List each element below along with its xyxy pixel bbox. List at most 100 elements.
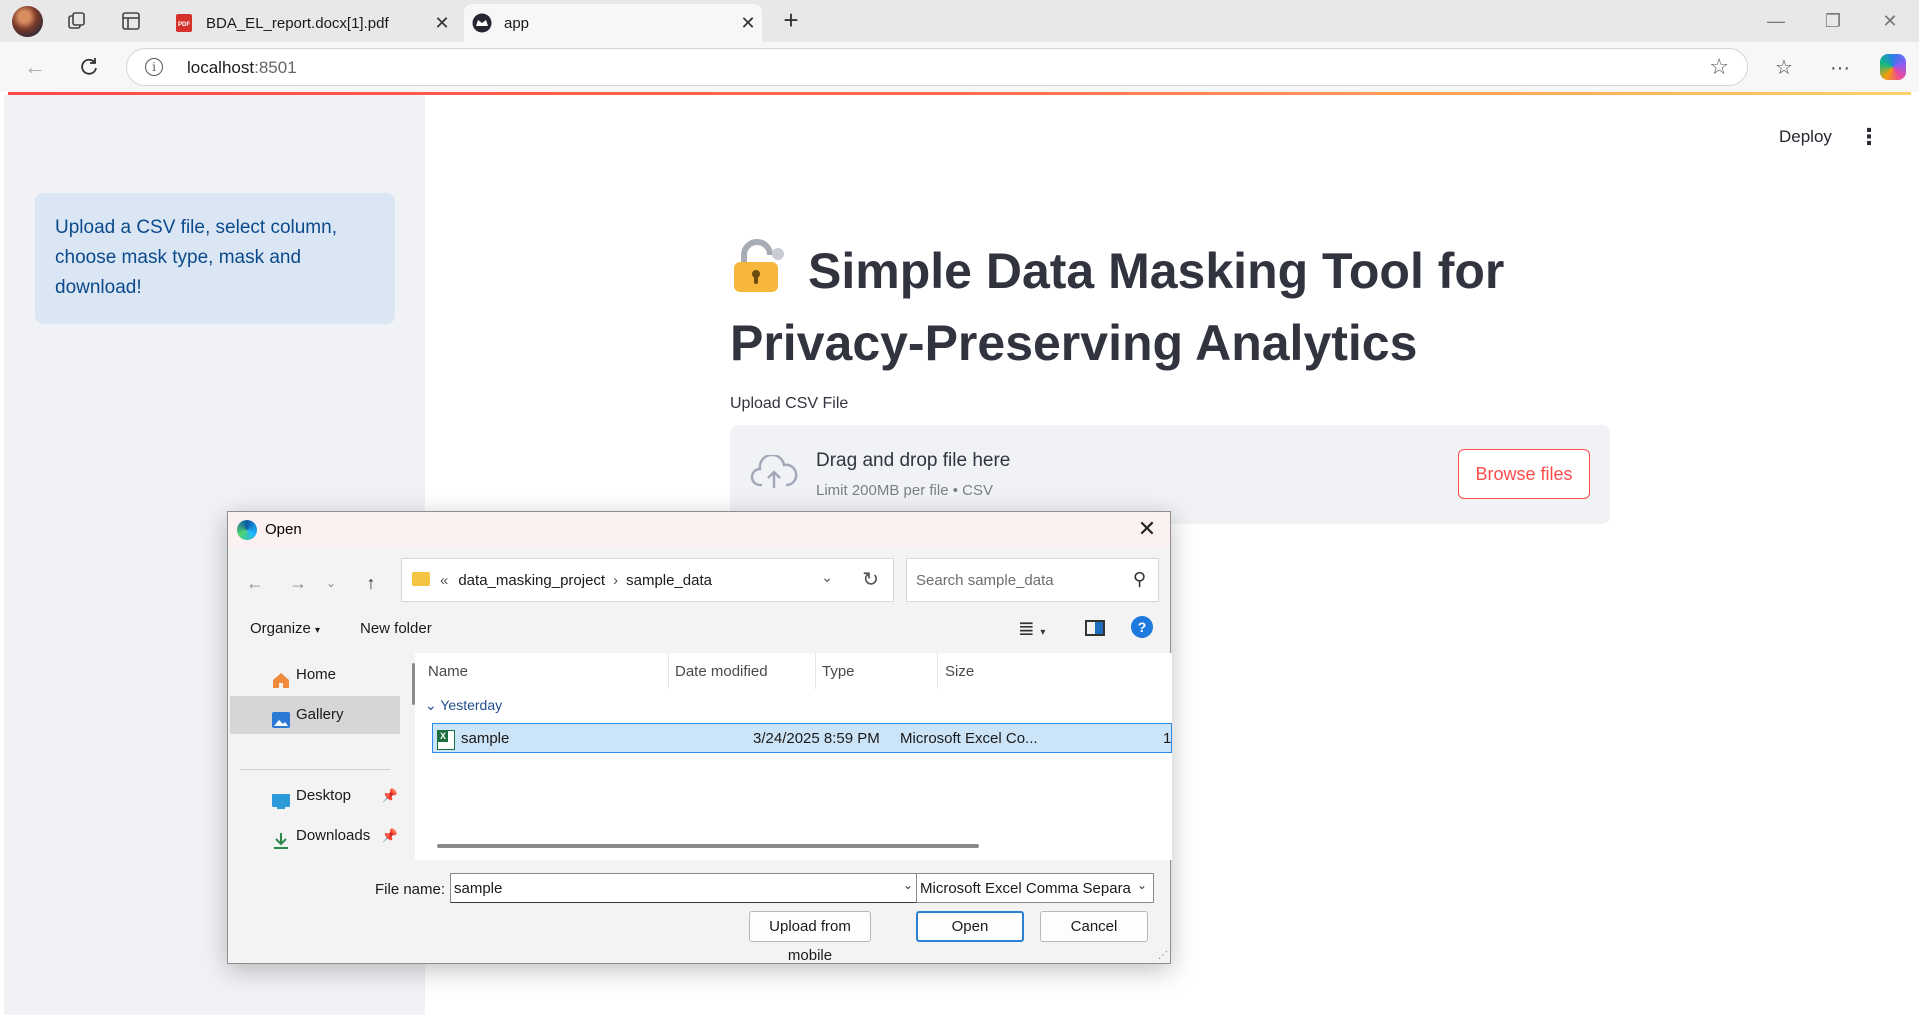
upload-from-mobile-button[interactable]: Upload from mobile [749,911,871,964]
column-divider[interactable] [815,653,816,689]
search-input[interactable]: Search sample_data ⚲ [906,558,1159,602]
dialog-titlebar[interactable]: Open ✕ [228,512,1170,548]
file-limit-text: Limit 200MB per file • CSV [816,482,993,499]
organize-menu[interactable]: Organize ▾ [250,620,320,637]
up-folder-icon[interactable]: ↑ [358,570,384,596]
nav-divider [240,769,390,770]
downloads-icon [271,827,291,849]
excel-file-icon [437,730,455,750]
folder-icon [412,572,430,586]
pdf-icon: PDF [174,13,194,33]
browser-address-bar: ← i localhost:8501 ☆ ☆ ··· [0,42,1919,92]
nav-item-downloads[interactable]: Downloads 📌 [230,817,400,855]
tab-title: BDA_EL_report.docx[1].pdf [206,14,389,32]
restore-icon[interactable]: ❐ [1813,6,1853,36]
cloud-upload-icon [750,453,798,496]
sidebar-info-text: Upload a CSV file, select column, choose… [55,217,337,298]
chevron-down-icon[interactable]: ⌄ [1136,878,1147,892]
column-header-size[interactable]: Size [945,663,974,680]
chevron-down-icon[interactable]: ⌄ [903,878,913,892]
column-header-name[interactable]: Name [428,663,468,680]
file-type-select[interactable]: Microsoft Excel Comma Separa ⌄ [916,873,1154,903]
file-dropzone[interactable]: Drag and drop file here Limit 200MB per … [730,425,1610,524]
search-icon: ⚲ [1132,569,1146,589]
uploader-label: Upload CSV File [730,395,849,412]
sidebar-info-box: Upload a CSV file, select column, choose… [35,193,395,324]
window-close-icon[interactable]: ✕ [1870,6,1910,36]
gallery-icon [271,706,291,728]
file-date: 3/24/2025 8:59 PM [753,730,880,747]
column-divider[interactable] [937,653,938,689]
breadcrumb-item[interactable]: sample_data [626,572,712,589]
home-icon [271,666,291,688]
deploy-button[interactable]: Deploy [1779,127,1832,147]
address-path-bar[interactable]: «data_masking_project › sample_data ⌄ ↻ [401,558,894,602]
tab-pdf-report[interactable]: PDF BDA_EL_report.docx[1].pdf ✕ [166,4,456,42]
tab-app[interactable]: app ✕ [464,4,762,42]
desktop-icon [271,787,291,809]
file-type: Microsoft Excel Co... [900,730,1038,747]
file-name-label: File name: [375,881,446,898]
lock-icon [730,238,788,310]
dialog-close-icon[interactable]: ✕ [1132,514,1162,544]
file-name-input[interactable]: sample ⌄ [450,873,920,903]
browser-tab-bar: PDF BDA_EL_report.docx[1].pdf ✕ app ✕ + … [0,0,1919,42]
file-row-selected[interactable]: sample 3/24/2025 8:59 PM Microsoft Excel… [432,723,1172,753]
main-menu-icon[interactable]: ⋮ [1858,123,1880,151]
new-folder-button[interactable]: New folder [360,620,432,637]
refresh-icon[interactable]: ↻ [862,567,879,592]
browse-files-button[interactable]: Browse files [1458,449,1590,499]
svg-text:PDF: PDF [178,22,190,28]
open-button[interactable]: Open [916,911,1024,942]
back-icon[interactable]: ← [20,52,50,82]
profile-avatar[interactable] [12,6,43,37]
favorites-icon[interactable]: ☆ [1770,54,1798,82]
resize-grip-icon[interactable]: ⋰ [1158,950,1168,961]
help-icon[interactable]: ? [1131,616,1153,638]
dialog-title: Open [265,521,302,538]
path-dropdown-icon[interactable]: ⌄ [821,569,833,586]
tab-title: app [504,14,530,32]
reload-icon[interactable] [74,52,104,82]
back-arrow-icon[interactable]: ← [242,570,268,596]
url-field[interactable]: i localhost:8501 ☆ [126,48,1748,86]
navigation-pane: Home Gallery Desktop 📌 Downloads 📌 [228,653,415,860]
open-file-dialog: Open ✕ ← → ⌄ ↑ «data_masking_project › sam… [227,511,1172,964]
nav-item-desktop[interactable]: Desktop 📌 [230,777,400,815]
nav-item-home[interactable]: Home [230,656,400,694]
horizontal-scrollbar[interactable] [437,844,979,848]
favorite-star-icon[interactable]: ☆ [1709,54,1729,80]
breadcrumb-item[interactable]: data_masking_project [458,572,605,589]
tab-actions-icon[interactable] [120,10,142,32]
group-header-yesterday[interactable]: ⌄ Yesterday [425,697,502,714]
workspaces-icon[interactable] [66,10,88,32]
file-name: sample [461,730,510,747]
url-text: localhost:8501 [187,58,297,77]
more-options-icon[interactable]: ··· [1826,54,1854,82]
pin-icon[interactable]: 📌 [382,777,398,815]
forward-arrow-icon[interactable]: → [285,570,311,596]
page-title: Simple Data Masking Tool for Privacy-Pre… [730,238,1630,376]
cancel-button[interactable]: Cancel [1040,911,1148,942]
file-size: 1 [1163,730,1172,747]
view-options-icon[interactable]: ≣ ▾ [1018,616,1045,641]
pin-icon[interactable]: 📌 [382,817,398,855]
column-divider[interactable] [668,653,669,689]
drop-text: Drag and drop file here [816,450,1011,471]
site-info-icon[interactable]: i [145,58,163,76]
minimize-icon[interactable]: — [1756,6,1796,36]
breadcrumb: «data_masking_project › sample_data [440,572,713,589]
nav-item-gallery[interactable]: Gallery [230,696,400,734]
preview-pane-icon[interactable] [1085,620,1105,636]
recent-locations-icon[interactable]: ⌄ [318,570,344,596]
streamlit-icon [472,13,492,33]
edge-browser-icon [237,520,257,540]
tab-close-icon[interactable]: ✕ [734,13,762,34]
new-tab-icon[interactable]: + [776,6,806,36]
column-header-date[interactable]: Date modified [675,663,768,680]
breadcrumb-chevron-icon: › [613,572,619,589]
copilot-icon[interactable] [1880,54,1906,80]
tab-close-icon[interactable]: ✕ [428,13,456,34]
column-header-type[interactable]: Type [822,663,855,680]
file-list: Name Date modified Type Size ⌄ Yesterday… [415,653,1172,860]
